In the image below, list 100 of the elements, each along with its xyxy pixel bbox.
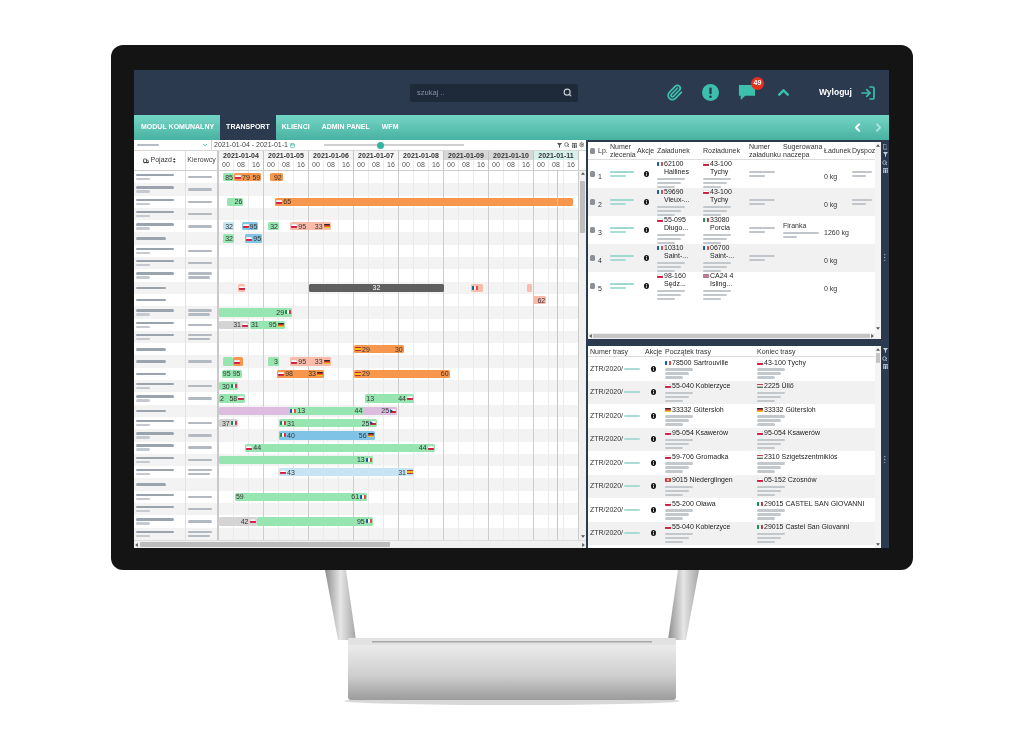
- flag-icon: [665, 384, 671, 389]
- flag-icon: [355, 347, 361, 352]
- scrollbar-thumb[interactable]: [876, 353, 880, 363]
- scrollbar-thumb[interactable]: [140, 542, 390, 547]
- info-icon[interactable]: [643, 171, 649, 177]
- blurred-text: [657, 261, 685, 272]
- checkbox[interactable]: [589, 283, 596, 289]
- info-icon[interactable]: [643, 199, 649, 205]
- flag-icon: [365, 457, 372, 462]
- checkbox[interactable]: [589, 199, 596, 205]
- scrollbar-thumb[interactable]: [580, 181, 585, 233]
- flag-icon: [246, 236, 253, 241]
- scroll-up-icon[interactable]: [580, 172, 585, 175]
- blurred-text: [136, 223, 174, 230]
- blurred-text: [136, 237, 166, 240]
- sort-icon[interactable]: [173, 158, 176, 163]
- blurred-text: [136, 186, 174, 193]
- info-icon[interactable]: [650, 365, 656, 372]
- blurred-text: [136, 409, 166, 412]
- blurred-text: [624, 414, 641, 417]
- scroll-down-icon[interactable]: [580, 535, 585, 538]
- blurred-text: [188, 495, 212, 499]
- columns-icon[interactable]: [882, 363, 888, 369]
- flag-icon: [280, 421, 286, 426]
- blurred-text: [137, 143, 159, 147]
- blurred-text: [757, 532, 785, 544]
- checkbox[interactable]: [589, 171, 596, 177]
- flag-icon: [657, 274, 663, 279]
- checkbox[interactable]: [589, 255, 596, 261]
- settings-icon[interactable]: [578, 142, 584, 148]
- flag-icon: [249, 519, 256, 524]
- flag-icon: [657, 246, 663, 251]
- scroll-up-icon[interactable]: [876, 144, 880, 147]
- info-icon[interactable]: [643, 283, 649, 289]
- blurred-text: [665, 391, 693, 403]
- chat-icon[interactable]: [738, 84, 756, 101]
- blurred-text: [610, 254, 634, 262]
- checkbox[interactable]: [589, 147, 596, 154]
- flag-icon: [242, 322, 248, 327]
- flag-icon: [427, 445, 434, 450]
- info-icon[interactable]: [650, 412, 656, 419]
- flag-icon: [246, 445, 253, 450]
- horizontal-scrollbar[interactable]: [134, 540, 586, 548]
- vertical-scrollbar[interactable]: [875, 346, 881, 548]
- info-icon[interactable]: [643, 255, 649, 261]
- filter-icon[interactable]: [882, 152, 888, 157]
- info-icon[interactable]: [650, 530, 656, 537]
- horizontal-scrollbar[interactable]: [588, 333, 875, 339]
- flag-icon: [390, 408, 397, 413]
- blurred-text: [188, 385, 212, 388]
- info-icon[interactable]: [650, 459, 656, 466]
- blurred-text: [136, 360, 166, 363]
- info-icon[interactable]: [650, 436, 656, 443]
- filter-icon[interactable]: [882, 348, 888, 353]
- flag-icon: [703, 218, 709, 223]
- columns-icon[interactable]: [571, 142, 577, 148]
- scroll-up-icon[interactable]: [876, 348, 880, 351]
- blurred-text: [136, 247, 174, 255]
- flag-icon: [280, 470, 286, 475]
- blurred-text: [136, 321, 174, 328]
- gantt-bar[interactable]: [237, 283, 246, 292]
- logout-button[interactable]: Wyloguj: [819, 84, 876, 101]
- blurred-text: [665, 509, 693, 520]
- info-icon[interactable]: [643, 227, 649, 233]
- columns-icon[interactable]: [882, 167, 888, 173]
- alert-icon[interactable]: [702, 84, 719, 101]
- filter-icon[interactable]: [557, 142, 562, 148]
- drag-handle-icon[interactable]: [884, 456, 886, 463]
- blurred-text: [665, 368, 693, 379]
- paperclip-icon[interactable]: [666, 84, 683, 101]
- blurred-text: [188, 469, 212, 476]
- checkbox[interactable]: [589, 227, 596, 233]
- vertical-scrollbar[interactable]: [875, 142, 881, 339]
- info-icon[interactable]: [650, 483, 656, 490]
- blurred-text: [136, 286, 166, 289]
- scroll-left-icon[interactable]: [135, 542, 138, 547]
- document-icon[interactable]: [882, 144, 888, 150]
- blurred-text: [757, 485, 785, 497]
- info-icon[interactable]: [650, 506, 656, 513]
- drag-handle-icon[interactable]: [884, 253, 886, 261]
- blurred-text: [188, 309, 212, 316]
- blurred-text: [188, 397, 212, 400]
- gantt-bar[interactable]: [471, 283, 484, 292]
- scroll-down-icon[interactable]: [876, 543, 880, 546]
- vertical-scrollbar[interactable]: [579, 171, 586, 540]
- blurred-text: [665, 438, 693, 450]
- slider-thumb[interactable]: [376, 141, 384, 149]
- blurred-text: [188, 421, 212, 425]
- scroll-down-icon[interactable]: [876, 327, 880, 330]
- blurred-text: [188, 249, 212, 253]
- blurred-text: [136, 432, 174, 439]
- blurred-text: [703, 205, 731, 216]
- scrollbar-thumb[interactable]: [593, 334, 870, 338]
- gantt-bar[interactable]: [233, 357, 244, 366]
- blurred-text: [610, 282, 634, 290]
- blurred-text: [136, 260, 174, 267]
- blurred-text: [136, 210, 174, 218]
- flag-icon: [757, 478, 763, 483]
- flag-icon: [665, 478, 671, 483]
- info-icon[interactable]: [650, 389, 656, 396]
